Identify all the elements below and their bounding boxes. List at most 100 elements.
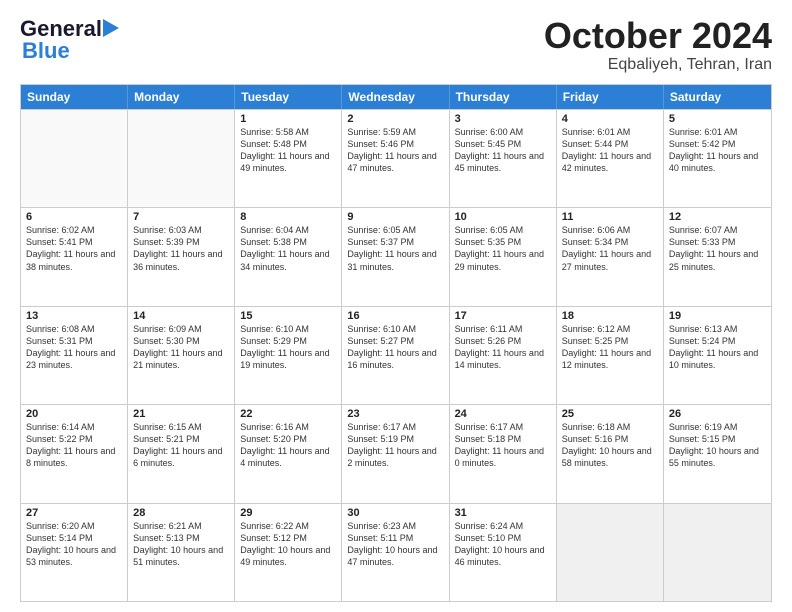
cell-info: Sunrise: 6:11 AMSunset: 5:26 PMDaylight:… (455, 323, 551, 372)
weekday-header: Friday (557, 85, 664, 109)
cell-info: Sunrise: 6:00 AMSunset: 5:45 PMDaylight:… (455, 126, 551, 175)
calendar-cell: 4Sunrise: 6:01 AMSunset: 5:44 PMDaylight… (557, 110, 664, 207)
day-number: 23 (347, 408, 443, 420)
calendar-cell: 19Sunrise: 6:13 AMSunset: 5:24 PMDayligh… (664, 307, 771, 404)
cell-info: Sunrise: 6:10 AMSunset: 5:27 PMDaylight:… (347, 323, 443, 372)
day-number: 22 (240, 408, 336, 420)
cell-info: Sunrise: 6:04 AMSunset: 5:38 PMDaylight:… (240, 224, 336, 273)
cell-info: Sunrise: 6:16 AMSunset: 5:20 PMDaylight:… (240, 421, 336, 470)
day-number: 24 (455, 408, 551, 420)
calendar-cell: 15Sunrise: 6:10 AMSunset: 5:29 PMDayligh… (235, 307, 342, 404)
calendar-cell: 14Sunrise: 6:09 AMSunset: 5:30 PMDayligh… (128, 307, 235, 404)
day-number: 25 (562, 408, 658, 420)
month-title: October 2024 (544, 16, 772, 56)
day-number: 26 (669, 408, 766, 420)
calendar-cell: 20Sunrise: 6:14 AMSunset: 5:22 PMDayligh… (21, 405, 128, 502)
cell-info: Sunrise: 6:01 AMSunset: 5:42 PMDaylight:… (669, 126, 766, 175)
calendar-cell: 5Sunrise: 6:01 AMSunset: 5:42 PMDaylight… (664, 110, 771, 207)
calendar-row: 1Sunrise: 5:58 AMSunset: 5:48 PMDaylight… (21, 109, 771, 207)
day-number: 15 (240, 310, 336, 322)
calendar-cell: 21Sunrise: 6:15 AMSunset: 5:21 PMDayligh… (128, 405, 235, 502)
calendar-cell: 8Sunrise: 6:04 AMSunset: 5:38 PMDaylight… (235, 208, 342, 305)
cell-info: Sunrise: 6:09 AMSunset: 5:30 PMDaylight:… (133, 323, 229, 372)
day-number: 28 (133, 507, 229, 519)
page: General Blue October 2024 Eqbaliyeh, Teh… (0, 0, 792, 612)
cell-info: Sunrise: 6:01 AMSunset: 5:44 PMDaylight:… (562, 126, 658, 175)
day-number: 10 (455, 211, 551, 223)
day-number: 27 (26, 507, 122, 519)
day-number: 19 (669, 310, 766, 322)
calendar-row: 20Sunrise: 6:14 AMSunset: 5:22 PMDayligh… (21, 404, 771, 502)
day-number: 21 (133, 408, 229, 420)
cell-info: Sunrise: 6:20 AMSunset: 5:14 PMDaylight:… (26, 520, 122, 569)
calendar-cell: 29Sunrise: 6:22 AMSunset: 5:12 PMDayligh… (235, 504, 342, 601)
calendar-row: 27Sunrise: 6:20 AMSunset: 5:14 PMDayligh… (21, 503, 771, 601)
day-number: 16 (347, 310, 443, 322)
cell-info: Sunrise: 6:17 AMSunset: 5:18 PMDaylight:… (455, 421, 551, 470)
cell-info: Sunrise: 6:06 AMSunset: 5:34 PMDaylight:… (562, 224, 658, 273)
cell-info: Sunrise: 6:12 AMSunset: 5:25 PMDaylight:… (562, 323, 658, 372)
weekday-header: Sunday (21, 85, 128, 109)
calendar-cell: 24Sunrise: 6:17 AMSunset: 5:18 PMDayligh… (450, 405, 557, 502)
calendar-cell: 27Sunrise: 6:20 AMSunset: 5:14 PMDayligh… (21, 504, 128, 601)
day-number: 30 (347, 507, 443, 519)
calendar-cell (21, 110, 128, 207)
calendar-cell: 13Sunrise: 6:08 AMSunset: 5:31 PMDayligh… (21, 307, 128, 404)
weekday-header: Wednesday (342, 85, 449, 109)
calendar-body: 1Sunrise: 5:58 AMSunset: 5:48 PMDaylight… (21, 109, 771, 601)
calendar: SundayMondayTuesdayWednesdayThursdayFrid… (20, 84, 772, 602)
cell-info: Sunrise: 6:14 AMSunset: 5:22 PMDaylight:… (26, 421, 122, 470)
calendar-row: 13Sunrise: 6:08 AMSunset: 5:31 PMDayligh… (21, 306, 771, 404)
calendar-cell: 22Sunrise: 6:16 AMSunset: 5:20 PMDayligh… (235, 405, 342, 502)
calendar-cell: 28Sunrise: 6:21 AMSunset: 5:13 PMDayligh… (128, 504, 235, 601)
day-number: 8 (240, 211, 336, 223)
header: General Blue October 2024 Eqbaliyeh, Teh… (20, 16, 772, 74)
cell-info: Sunrise: 6:24 AMSunset: 5:10 PMDaylight:… (455, 520, 551, 569)
calendar-cell: 17Sunrise: 6:11 AMSunset: 5:26 PMDayligh… (450, 307, 557, 404)
day-number: 4 (562, 113, 658, 125)
day-number: 9 (347, 211, 443, 223)
calendar-cell: 23Sunrise: 6:17 AMSunset: 5:19 PMDayligh… (342, 405, 449, 502)
calendar-cell: 12Sunrise: 6:07 AMSunset: 5:33 PMDayligh… (664, 208, 771, 305)
day-number: 7 (133, 211, 229, 223)
weekday-header: Tuesday (235, 85, 342, 109)
day-number: 1 (240, 113, 336, 125)
location: Eqbaliyeh, Tehran, Iran (544, 56, 772, 74)
day-number: 14 (133, 310, 229, 322)
cell-info: Sunrise: 6:17 AMSunset: 5:19 PMDaylight:… (347, 421, 443, 470)
calendar-cell (664, 504, 771, 601)
cell-info: Sunrise: 6:18 AMSunset: 5:16 PMDaylight:… (562, 421, 658, 470)
day-number: 5 (669, 113, 766, 125)
logo: General Blue (20, 16, 121, 64)
calendar-cell: 10Sunrise: 6:05 AMSunset: 5:35 PMDayligh… (450, 208, 557, 305)
cell-info: Sunrise: 6:13 AMSunset: 5:24 PMDaylight:… (669, 323, 766, 372)
day-number: 20 (26, 408, 122, 420)
day-number: 13 (26, 310, 122, 322)
weekday-header: Monday (128, 85, 235, 109)
cell-info: Sunrise: 6:21 AMSunset: 5:13 PMDaylight:… (133, 520, 229, 569)
calendar-cell: 6Sunrise: 6:02 AMSunset: 5:41 PMDaylight… (21, 208, 128, 305)
calendar-cell: 9Sunrise: 6:05 AMSunset: 5:37 PMDaylight… (342, 208, 449, 305)
calendar-cell: 16Sunrise: 6:10 AMSunset: 5:27 PMDayligh… (342, 307, 449, 404)
calendar-cell: 18Sunrise: 6:12 AMSunset: 5:25 PMDayligh… (557, 307, 664, 404)
cell-info: Sunrise: 6:05 AMSunset: 5:35 PMDaylight:… (455, 224, 551, 273)
cell-info: Sunrise: 6:23 AMSunset: 5:11 PMDaylight:… (347, 520, 443, 569)
calendar-cell (557, 504, 664, 601)
calendar-cell: 11Sunrise: 6:06 AMSunset: 5:34 PMDayligh… (557, 208, 664, 305)
cell-info: Sunrise: 6:03 AMSunset: 5:39 PMDaylight:… (133, 224, 229, 273)
cell-info: Sunrise: 5:58 AMSunset: 5:48 PMDaylight:… (240, 126, 336, 175)
weekday-header: Saturday (664, 85, 771, 109)
title-area: October 2024 Eqbaliyeh, Tehran, Iran (544, 16, 772, 74)
cell-info: Sunrise: 5:59 AMSunset: 5:46 PMDaylight:… (347, 126, 443, 175)
cell-info: Sunrise: 6:19 AMSunset: 5:15 PMDaylight:… (669, 421, 766, 470)
day-number: 18 (562, 310, 658, 322)
day-number: 17 (455, 310, 551, 322)
cell-info: Sunrise: 6:07 AMSunset: 5:33 PMDaylight:… (669, 224, 766, 273)
cell-info: Sunrise: 6:22 AMSunset: 5:12 PMDaylight:… (240, 520, 336, 569)
logo-arrow-icon (103, 17, 121, 39)
cell-info: Sunrise: 6:10 AMSunset: 5:29 PMDaylight:… (240, 323, 336, 372)
day-number: 3 (455, 113, 551, 125)
day-number: 31 (455, 507, 551, 519)
calendar-cell: 2Sunrise: 5:59 AMSunset: 5:46 PMDaylight… (342, 110, 449, 207)
calendar-header: SundayMondayTuesdayWednesdayThursdayFrid… (21, 85, 771, 109)
